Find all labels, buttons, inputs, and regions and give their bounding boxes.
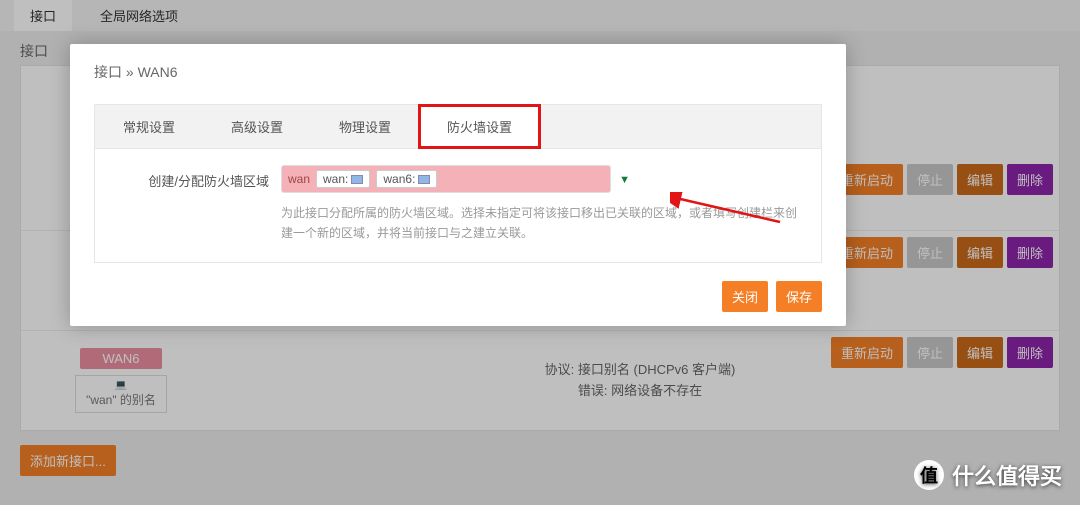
tab-firewall[interactable]: 防火墙设置 <box>419 105 540 148</box>
tab-advanced[interactable]: 高级设置 <box>203 105 311 148</box>
zone-field-label: 创建/分配防火墙区域 <box>111 165 281 190</box>
breadcrumb: 接口 » WAN6 <box>94 62 822 82</box>
close-button[interactable]: 关闭 <box>722 281 768 312</box>
modal-dialog: 接口 » WAN6 常规设置 高级设置 物理设置 防火墙设置 创建/分配防火墙区… <box>70 44 846 326</box>
ethernet-icon <box>418 175 430 184</box>
tab-physical[interactable]: 物理设置 <box>311 105 419 148</box>
tab-general[interactable]: 常规设置 <box>95 105 203 148</box>
watermark: 值 什么值得买 <box>914 459 1062 491</box>
zone-name-label: wan <box>288 172 310 186</box>
modal-tab-bar: 常规设置 高级设置 物理设置 防火墙设置 <box>94 104 822 149</box>
save-button[interactable]: 保存 <box>776 281 822 312</box>
watermark-icon: 值 <box>914 460 944 490</box>
chevron-down-icon[interactable]: ▼ <box>619 174 630 186</box>
annotation-arrow-icon <box>670 192 790 228</box>
zone-tag-wan6: wan6: <box>376 170 437 188</box>
watermark-text: 什么值得买 <box>952 459 1062 491</box>
ethernet-icon <box>351 175 363 184</box>
zone-tag-wan: wan: <box>316 170 370 188</box>
